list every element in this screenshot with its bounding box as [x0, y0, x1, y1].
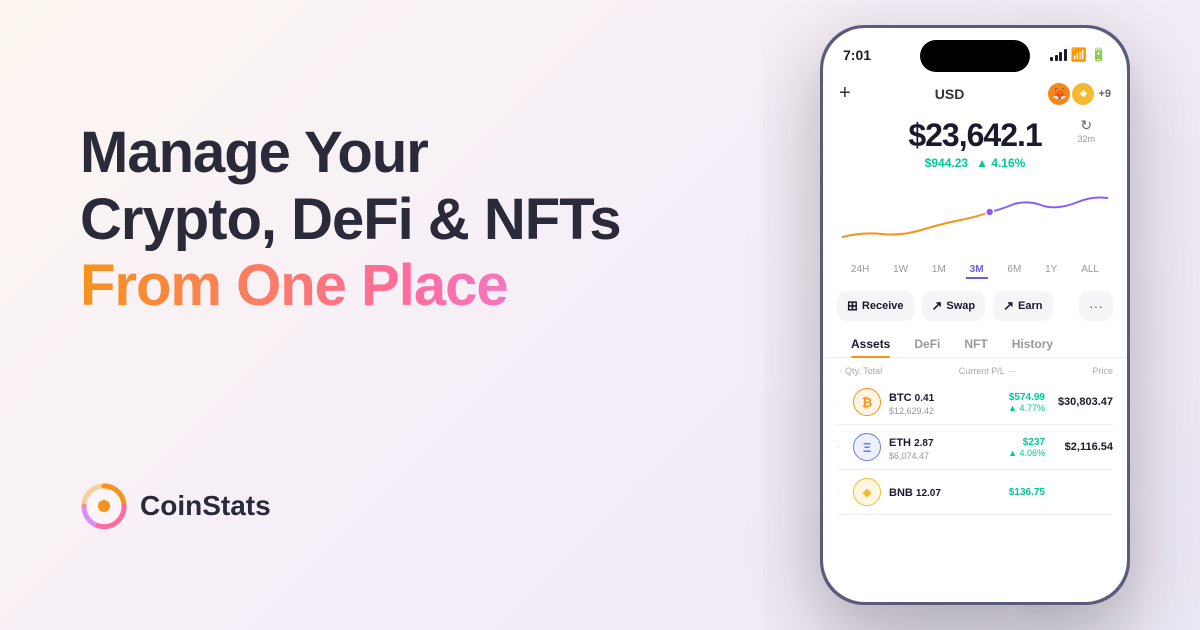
table-row: · Ξ ETH 2.87 $6,074.47 $237 ▲ 4.06% [837, 425, 1113, 470]
receive-icon: ⊞ [847, 298, 858, 314]
left-section: Manage Your Crypto, DeFi & NFTs From One… [0, 0, 780, 630]
btc-pnl-amount: $574.99 [971, 392, 1045, 403]
refresh-icon: ↻ [1080, 117, 1092, 133]
brand-name: CoinStats [140, 490, 271, 522]
time-filter-1w[interactable]: 1W [889, 262, 912, 279]
tab-history[interactable]: History [1000, 329, 1065, 357]
portfolio-amount: $23,642.1 [908, 117, 1041, 154]
brand-logo: CoinStats [80, 482, 720, 530]
table-row: · ₿ BTC 0.41 $12,629.42 $574.99 ▲ 4.77% [837, 380, 1113, 425]
portfolio-chart [833, 182, 1117, 252]
table-row: · ◆ BNB 12.07 $136.75 [837, 470, 1113, 515]
wallet-icons-group: 🦊 ◆ +9 [1048, 83, 1111, 105]
btc-info: BTC 0.41 $12,629.42 [889, 388, 963, 416]
assets-list: · ₿ BTC 0.41 $12,629.42 $574.99 ▲ 4.77% [823, 380, 1127, 515]
time-filter-24h[interactable]: 24H [847, 262, 873, 279]
status-time: 7:01 [843, 47, 871, 63]
asset-rank: · [837, 442, 845, 452]
earn-label: Earn [1018, 300, 1042, 312]
swap-icon: ↗ [932, 298, 943, 314]
col-pnl-header: Current P/L ··· [959, 366, 1016, 376]
chart-area [823, 178, 1127, 258]
eth-info: ETH 2.87 $6,074.47 [889, 433, 963, 461]
receive-button[interactable]: ⊞ Receive [837, 291, 914, 321]
btc-usd-value: $12,629.42 [889, 406, 963, 416]
time-filter-3m[interactable]: 3M [966, 262, 988, 279]
asset-rank: · [837, 487, 845, 497]
earn-icon: ↗ [1003, 298, 1014, 314]
bnb-pnl-amount: $136.75 [971, 487, 1045, 498]
btc-symbol-qty: BTC 0.41 [889, 388, 963, 406]
assets-table-header: · Qty. Total Current P/L ··· Price [823, 362, 1127, 380]
eth-usd-value: $6,074.47 [889, 451, 963, 461]
bnb-pnl: $136.75 [971, 487, 1045, 498]
metamask-wallet-icon[interactable]: 🦊 [1048, 83, 1070, 105]
bnb-info: BNB 12.07 [889, 483, 963, 501]
eth-icon: Ξ [853, 433, 881, 461]
time-filter-1y[interactable]: 1Y [1041, 262, 1061, 279]
receive-label: Receive [862, 300, 904, 312]
portfolio-change: $944.23 ▲ 4.16% [839, 156, 1111, 170]
asset-rank: · [837, 397, 845, 407]
eth-pnl: $237 ▲ 4.06% [971, 437, 1045, 458]
btc-price: $30,803.47 [1053, 396, 1113, 408]
earn-button[interactable]: ↗ Earn [993, 291, 1052, 321]
phone-screen: 7:01 📶 🔋 + USD 🦊 ◆ [823, 28, 1127, 602]
change-percent: ▲ 4.16% [976, 156, 1025, 170]
headline-block: Manage Your Crypto, DeFi & NFTs From One… [80, 120, 720, 320]
swap-label: Swap [946, 300, 975, 312]
swap-button[interactable]: ↗ Swap [922, 291, 986, 321]
time-filter-1m[interactable]: 1M [928, 262, 950, 279]
action-buttons: ⊞ Receive ↗ Swap ↗ Earn ··· [823, 287, 1127, 329]
time-filter-6m[interactable]: 6M [1003, 262, 1025, 279]
refresh-time-label: 32m [1077, 134, 1095, 144]
tab-assets[interactable]: Assets [839, 329, 902, 357]
refresh-button[interactable]: ↻ 32m [1077, 117, 1095, 144]
btc-pnl: $574.99 ▲ 4.77% [971, 392, 1045, 413]
eth-pnl-percent: ▲ 4.06% [971, 448, 1045, 458]
battery-icon: 🔋 [1091, 47, 1107, 63]
bnb-icon: ◆ [853, 478, 881, 506]
headline-line2: Crypto, DeFi & NFTs [80, 187, 720, 254]
eth-price: $2,116.54 [1053, 441, 1113, 453]
time-filters: 24H 1W 1M 3M 6M 1Y ALL [823, 258, 1127, 287]
wallet-count-label: +9 [1098, 88, 1111, 100]
tab-nft[interactable]: NFT [952, 329, 999, 357]
tab-defi[interactable]: DeFi [902, 329, 952, 357]
right-section: 7:01 📶 🔋 + USD 🦊 ◆ [780, 0, 1200, 630]
btc-pnl-percent: ▲ 4.77% [971, 403, 1045, 413]
eth-pnl-amount: $237 [971, 437, 1045, 448]
app-header: + USD 🦊 ◆ +9 [823, 78, 1127, 113]
portfolio-section: $23,642.1 ↻ 32m $944.23 ▲ 4.16% [823, 113, 1127, 178]
btc-icon: ₿ [853, 388, 881, 416]
dynamic-island [920, 40, 1030, 72]
eth-symbol-qty: ETH 2.87 [889, 433, 963, 451]
time-filter-all[interactable]: ALL [1077, 262, 1103, 279]
wifi-icon: 📶 [1071, 47, 1087, 63]
col-qty-header: · Qty. Total [837, 366, 882, 376]
phone-mockup: 7:01 📶 🔋 + USD 🦊 ◆ [820, 25, 1130, 605]
col-price-header: Price [1092, 366, 1113, 376]
headline-line1: Manage Your [80, 120, 720, 187]
currency-label[interactable]: USD [935, 86, 965, 102]
binance-wallet-icon[interactable]: ◆ [1072, 83, 1094, 105]
add-wallet-button[interactable]: + [839, 82, 851, 105]
headline-line3: From One Place [80, 253, 720, 320]
signal-bars-icon [1050, 49, 1067, 61]
brand-icon [80, 482, 128, 530]
bnb-symbol-qty: BNB 12.07 [889, 483, 963, 501]
status-icons: 📶 🔋 [1050, 47, 1107, 63]
tab-navigation: Assets DeFi NFT History [823, 329, 1127, 358]
more-button[interactable]: ··· [1079, 291, 1113, 321]
change-amount: $944.23 [925, 156, 968, 170]
